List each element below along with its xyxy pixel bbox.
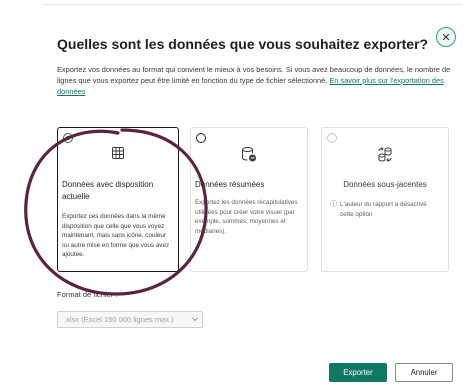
close-icon: [442, 33, 450, 41]
data-transfer-icon: [322, 146, 448, 162]
cancel-button[interactable]: Annuler: [395, 363, 453, 382]
radio-summarized[interactable]: [196, 133, 206, 143]
table-grid-icon: [58, 146, 178, 160]
info-icon: ⓘ: [330, 201, 337, 208]
chevron-down-icon: [191, 315, 199, 325]
close-button[interactable]: [436, 27, 456, 47]
option-card-current-layout[interactable]: Données avec disposition actuelle Export…: [57, 127, 179, 272]
radio-underlying: [327, 133, 337, 143]
option-title: Données sous-jacentes: [343, 180, 427, 189]
option-description: Exportez les données récapitulatives uti…: [195, 199, 298, 235]
option-title: Données avec disposition actuelle: [62, 180, 154, 201]
dialog-description: Exportez vos données au format qui convi…: [57, 64, 452, 97]
database-summary-icon: [191, 146, 307, 163]
option-card-summarized[interactable]: Données résumées Exportez les données ré…: [190, 127, 308, 272]
export-button[interactable]: Exporter: [329, 363, 387, 382]
file-format-label: Format de fichier :: [57, 290, 118, 299]
disabled-note: ⓘ L'auteur du rapport a désactivé cette …: [330, 200, 440, 219]
dialog-title: Quelles sont les données que vous souhai…: [57, 36, 429, 52]
option-card-underlying: Données sous-jacentes ⓘ L'auteur du rapp…: [321, 127, 449, 272]
file-format-select: .xlsx (Excel 150 000 lignes max.): [57, 311, 203, 328]
radio-current-layout[interactable]: [63, 133, 73, 143]
file-format-value: .xlsx (Excel 150 000 lignes max.): [64, 315, 174, 324]
top-divider: [44, 4, 463, 5]
option-description: Exportez ces données dans la même dispos…: [62, 213, 170, 258]
option-title: Données résumées: [195, 180, 265, 189]
disabled-note-text: L'auteur du rapport a désactivé cette op…: [340, 201, 427, 218]
